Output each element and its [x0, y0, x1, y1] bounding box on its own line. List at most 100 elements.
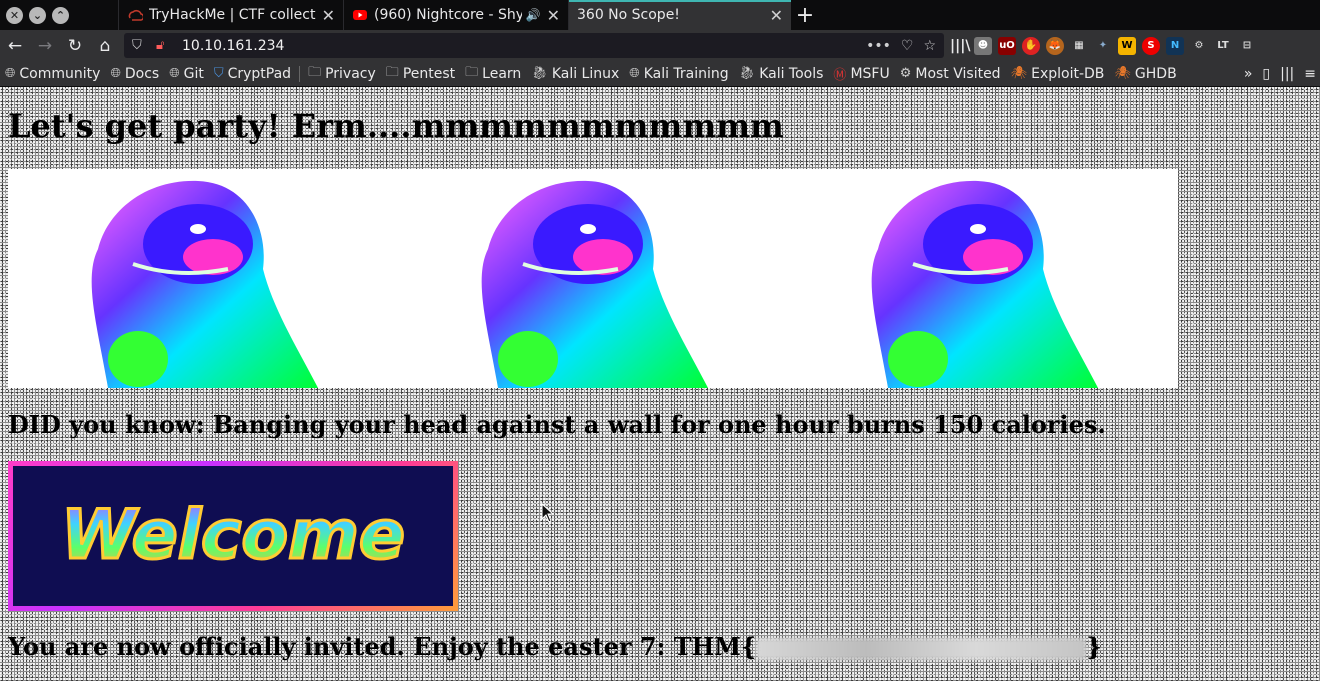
bookmark-most-visited[interactable]: ⚙ Most Visited — [895, 66, 1006, 82]
bookmark-label: Kali Tools — [759, 65, 824, 82]
n-ext-icon[interactable]: N — [1166, 36, 1184, 55]
pocket-icon[interactable]: ♡ — [901, 38, 914, 54]
bookmark-folder-pentest[interactable]: 🗀 Pentest — [381, 63, 460, 85]
speaker-icon[interactable]: 🔊 — [526, 8, 541, 22]
flag-prefix: You are now officially invited. Enjoy th… — [8, 632, 757, 661]
bookmark-cryptpad[interactable]: ⛉ CryptPad — [209, 66, 296, 82]
page-actions-icon[interactable]: ••• — [866, 38, 891, 54]
gear-icon: ⚙ — [899, 66, 912, 81]
bookmark-label: Kali Linux — [551, 65, 620, 82]
sidebar-ext-icon[interactable]: ☻ — [974, 36, 992, 55]
back-icon[interactable]: ← — [0, 36, 30, 56]
ublock-icon[interactable]: uO — [998, 36, 1016, 55]
globe-icon: 🌐︎ — [110, 66, 121, 81]
page-heading: Let's get party! Erm....mmmmmmmmmmm — [8, 107, 784, 145]
chevron-right-icon[interactable]: » — [1244, 66, 1253, 82]
close-tab-icon[interactable]: ✕ — [322, 6, 335, 25]
folder-icon: 🗀 — [465, 64, 479, 80]
hand-ext-icon[interactable]: ✋ — [1022, 36, 1040, 55]
bookmark-msfu[interactable]: Ⓜ MSFU — [828, 64, 894, 84]
bookmark-kali-training[interactable]: 🌐︎ Kali Training — [624, 66, 733, 82]
menu-icon[interactable]: ≡ — [1304, 66, 1316, 82]
tab-tryhackme[interactable]: TryHackMe | CTF collecti ✕ — [118, 0, 343, 30]
bookmark-docs[interactable]: 🌐︎ Docs — [105, 66, 164, 82]
bookmarks-overflow: » ▯ ||| ≡ — [1244, 61, 1316, 87]
tab-title: TryHackMe | CTF collecti — [149, 7, 316, 23]
globe-icon: 🌐︎ — [5, 66, 16, 81]
page-viewport: Let's get party! Erm....mmmmmmmmmmm DID … — [0, 87, 1320, 681]
folder-icon: 🗀 — [308, 64, 322, 80]
shield-icon: ⛉ — [213, 66, 224, 81]
library-icon[interactable]: |||\ — [950, 37, 970, 55]
forward-icon[interactable]: → — [30, 36, 60, 56]
bookmark-ghdb[interactable]: 🕷︎ GHDB — [1109, 66, 1181, 82]
youtube-icon — [353, 10, 367, 20]
bookmark-label: Privacy — [325, 65, 376, 82]
insecure-lock-icon[interactable]: 🔓︎ — [156, 38, 172, 53]
bookmark-folder-learn[interactable]: 🗀 Learn — [460, 63, 526, 85]
exploitdb-icon: 🕷︎ — [1010, 66, 1028, 81]
tab-active[interactable]: 360 No Scope! ✕ — [568, 0, 791, 30]
bookmark-label: CryptPad — [227, 65, 292, 82]
bookmark-git[interactable]: 🌐︎ Git — [164, 66, 209, 82]
overflow-ext-icon[interactable]: ⊟ — [1238, 37, 1256, 55]
bookmark-exploit-db[interactable]: 🕷︎ Exploit-DB — [1006, 66, 1110, 82]
msfu-icon: Ⓜ — [833, 68, 847, 83]
kali-icon: 🐉︎ — [738, 66, 756, 81]
tab-strip: ✕ ⌄ ⌃ TryHackMe | CTF collecti ✕ (960) N… — [0, 0, 1320, 30]
bookmark-label: Pentest — [402, 65, 456, 82]
tracking-shield-icon[interactable]: ⛉ — [132, 38, 148, 53]
bookmark-label: Kali Training — [643, 65, 729, 82]
library-icon[interactable]: ||| — [1280, 66, 1294, 82]
bookmark-star-icon[interactable]: ☆ — [923, 38, 936, 54]
bookmark-community[interactable]: 🌐︎ Community — [0, 66, 105, 82]
bookmark-label: Git — [183, 65, 204, 82]
window-close-button[interactable]: ✕ — [6, 6, 23, 24]
flag-text: You are now officially invited. Enjoy th… — [8, 632, 1102, 661]
s-ext-icon[interactable]: S — [1142, 36, 1160, 55]
close-tab-icon[interactable]: ✕ — [770, 6, 783, 25]
settings-ext-icon[interactable]: ⚙ — [1190, 37, 1208, 55]
close-tab-icon[interactable]: ✕ — [547, 6, 560, 25]
tab-title: (960) Nightcore - Shy — [374, 7, 522, 23]
bookmark-kali-tools[interactable]: 🐉︎ Kali Tools — [734, 66, 829, 82]
bookmark-label: GHDB — [1134, 65, 1177, 82]
url-text[interactable]: 10.10.161.234 — [182, 38, 284, 54]
reload-icon[interactable]: ↻ — [60, 36, 90, 56]
tab-title: 360 No Scope! — [577, 7, 680, 23]
fun-fact-text: DID you know: Banging your head against … — [8, 410, 1106, 439]
tab-youtube[interactable]: (960) Nightcore - Shy 🔊 ✕ — [343, 0, 568, 30]
new-tab-button[interactable]: + — [791, 0, 819, 30]
bookmark-label: Docs — [124, 65, 160, 82]
frog-meme-image — [91, 180, 318, 388]
tryhackme-icon — [128, 9, 143, 21]
meme-banner — [8, 169, 1178, 388]
bookmark-label: Learn — [482, 65, 522, 82]
home-icon[interactable]: ⌂ — [90, 36, 120, 56]
window-minimize-button[interactable]: ⌄ — [29, 6, 46, 24]
bookmark-label: MSFU — [850, 65, 890, 82]
puzzle-ext-icon[interactable]: ✦ — [1094, 37, 1112, 55]
url-bar[interactable]: ⛉ 🔓︎ 10.10.161.234 ••• ♡ ☆ — [124, 33, 944, 58]
flag-suffix: } — [1086, 632, 1102, 661]
foxyproxy-icon[interactable]: 🦊 — [1046, 36, 1064, 55]
folder-icon: 🗀 — [385, 64, 399, 80]
mouse-cursor-icon — [541, 503, 555, 523]
bookmark-separator — [299, 65, 301, 82]
welcome-banner-image: Welcome — [8, 461, 458, 611]
window-controls: ✕ ⌄ ⌃ — [0, 0, 118, 30]
extension-toolbar: |||\ ☻ uO ✋ 🦊 ▦ ✦ W S N ⚙ LT ⊟ — [950, 30, 1256, 61]
hackbar-icon[interactable]: W — [1118, 36, 1136, 55]
globe-icon: 🌐︎ — [629, 66, 640, 81]
exploitdb-icon: 🕷︎ — [1114, 66, 1131, 81]
welcome-text: Welcome — [61, 496, 405, 575]
lt-ext-icon[interactable]: LT — [1214, 37, 1232, 55]
bookmark-kali-linux[interactable]: 🐉︎ Kali Linux — [526, 66, 624, 82]
bookmarks-bar: 🌐︎ Community 🌐︎ Docs 🌐︎ Git ⛉ CryptPad 🗀 Priv… — [0, 61, 1320, 87]
bookmark-label: Community — [19, 65, 101, 82]
sidebar-toggle-icon[interactable]: ▯ — [1262, 66, 1270, 82]
grid-ext-icon[interactable]: ▦ — [1070, 37, 1088, 55]
frog-meme-image — [481, 180, 708, 388]
window-maximize-button[interactable]: ⌃ — [52, 6, 69, 24]
bookmark-folder-privacy[interactable]: 🗀 Privacy — [303, 63, 381, 85]
